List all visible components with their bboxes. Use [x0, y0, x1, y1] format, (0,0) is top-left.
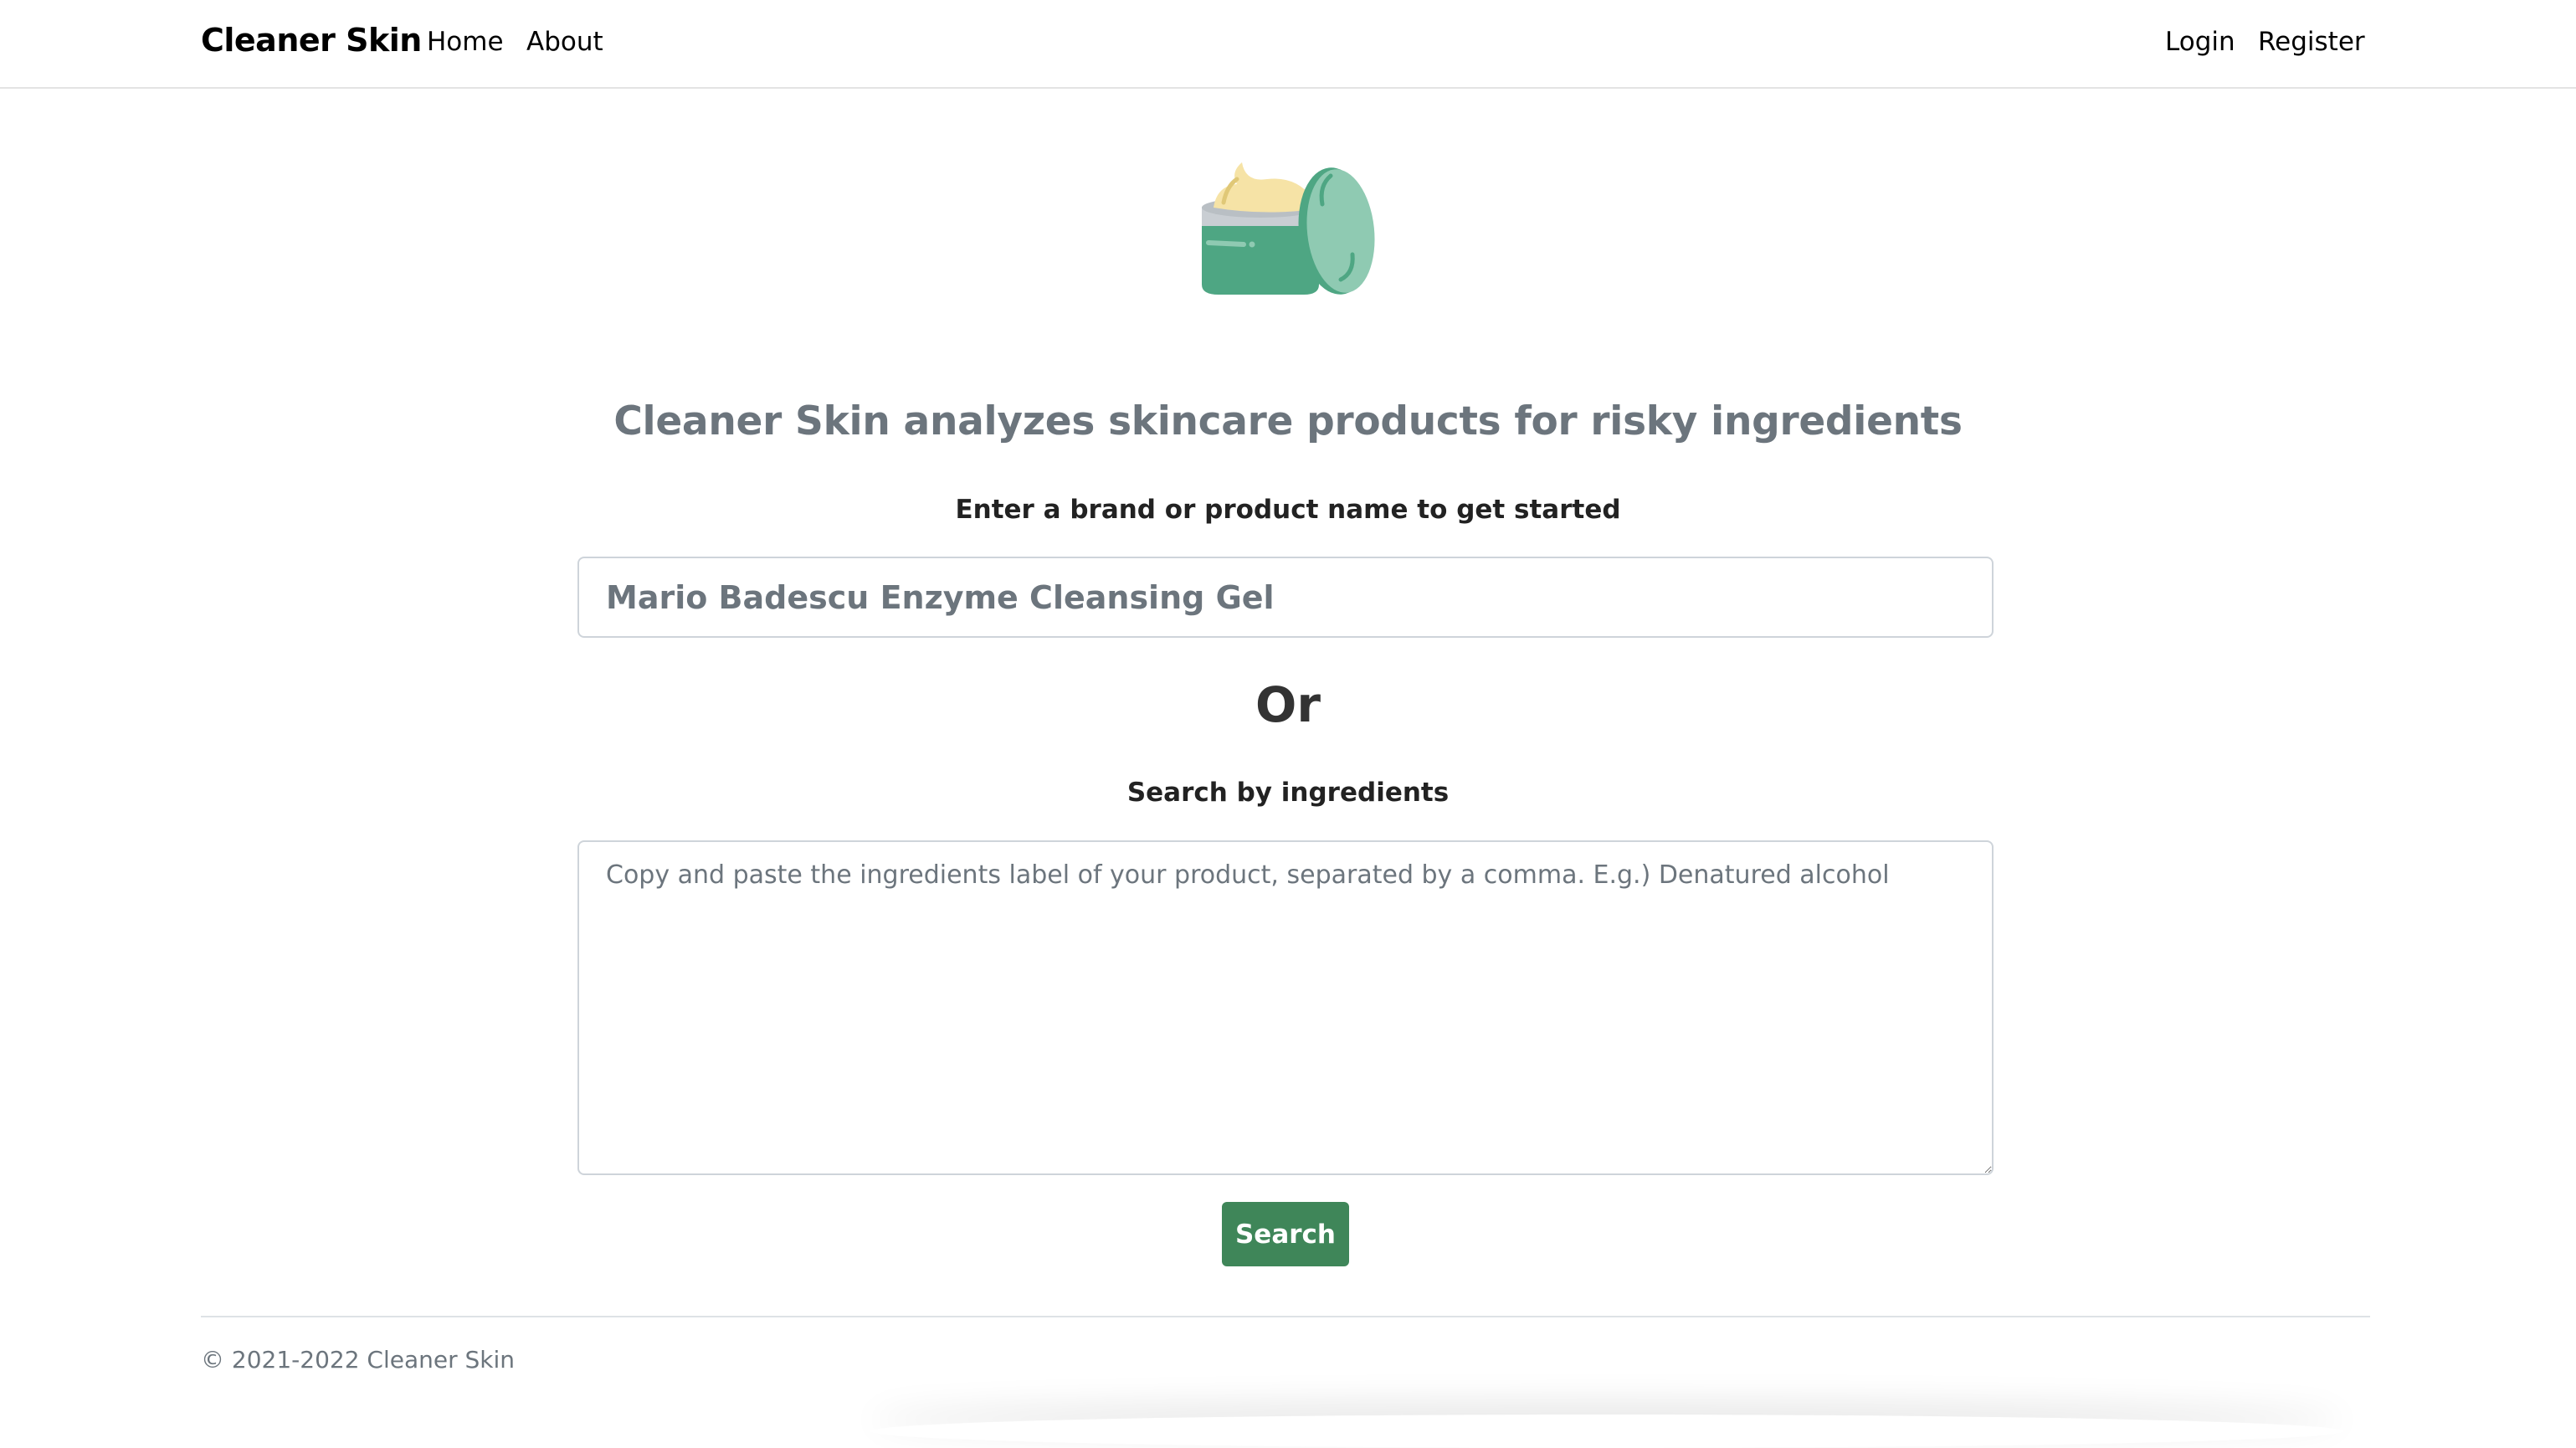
- search-button[interactable]: Search: [1222, 1202, 1349, 1266]
- login-link[interactable]: Login: [2165, 27, 2235, 57]
- brand-link[interactable]: Cleaner Skin: [201, 22, 422, 59]
- copyright-text: © 2021-2022 Cleaner Skin: [201, 1346, 516, 1374]
- page-title: Cleaner Skin analyzes skincare products …: [613, 398, 1963, 444]
- ingredients-textarea[interactable]: [577, 840, 1994, 1175]
- or-divider-text: Or: [1255, 676, 1321, 733]
- product-search-label: Enter a brand or product name to get sta…: [955, 495, 1621, 525]
- bottom-shadow: [870, 1415, 2343, 1448]
- register-link[interactable]: Register: [2258, 27, 2365, 57]
- nav-about-link[interactable]: About: [526, 27, 603, 57]
- product-search-input[interactable]: [577, 557, 1994, 638]
- nav-home-link[interactable]: Home: [427, 27, 504, 57]
- navbar: Cleaner Skin Home About Login Register: [0, 0, 2576, 89]
- ingredients-search-label: Search by ingredients: [1126, 778, 1450, 808]
- footer-divider: [201, 1316, 2370, 1317]
- cream-jar-icon: [1197, 161, 1378, 301]
